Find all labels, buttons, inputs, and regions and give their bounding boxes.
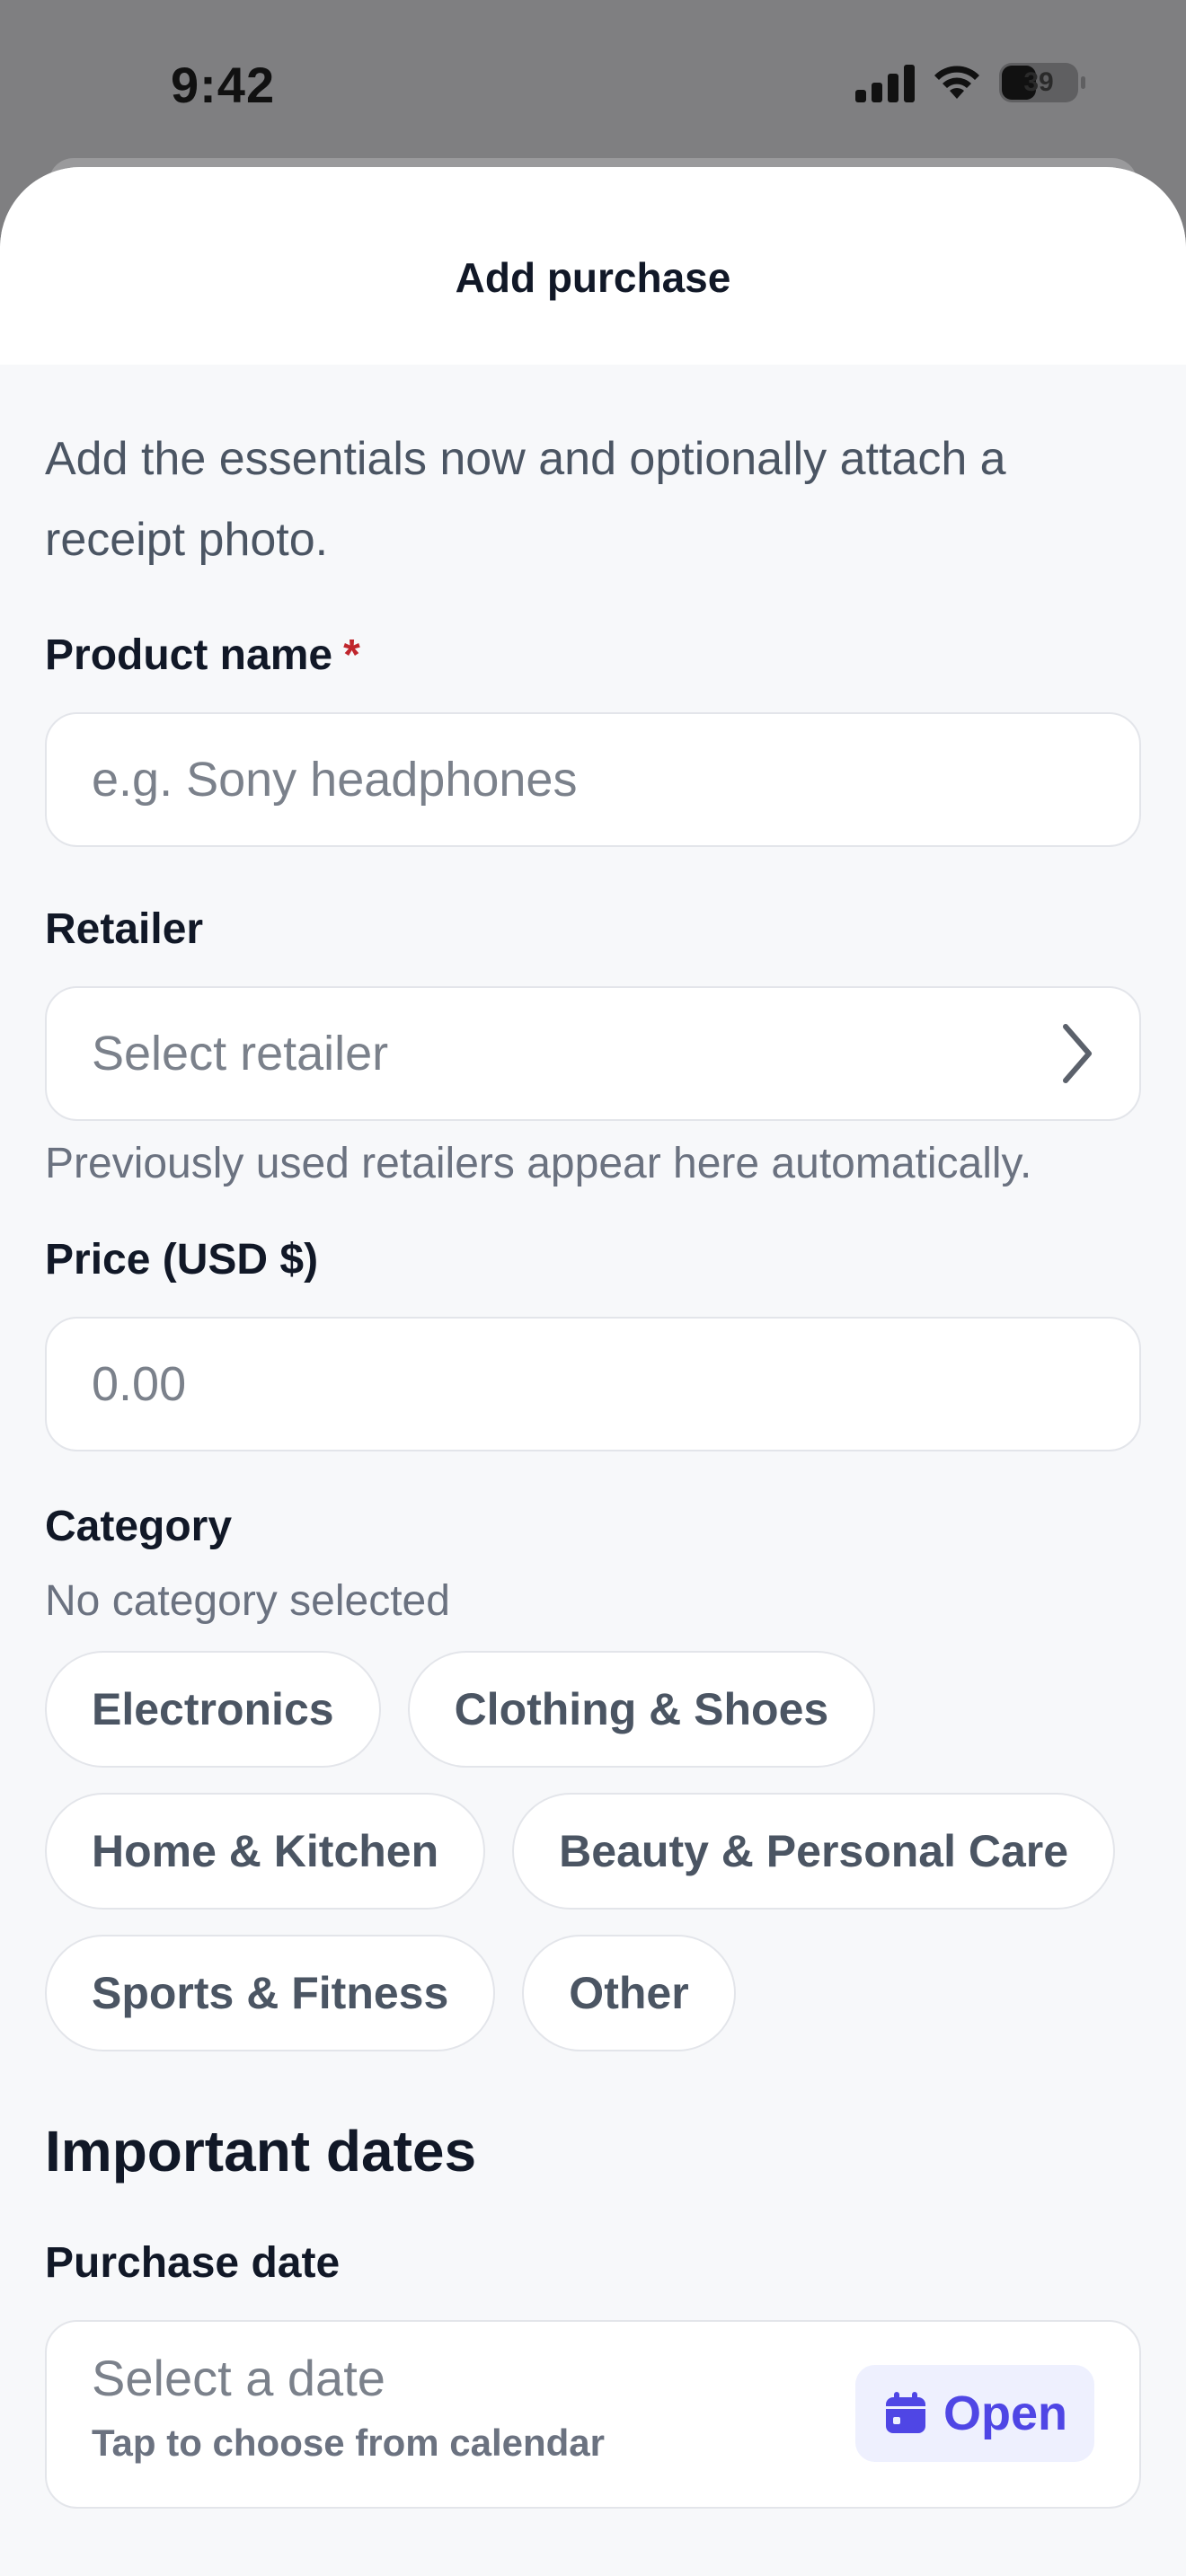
retailer-placeholder: Select retailer [92, 1027, 389, 1081]
required-mark: * [343, 631, 360, 679]
category-chip-beauty-personal-care[interactable]: Beauty & Personal Care [512, 1793, 1116, 1910]
form-content: Add the essentials now and optionally at… [0, 419, 1186, 2509]
category-status: No category selected [45, 1577, 450, 1625]
calendar-icon [885, 2392, 925, 2433]
category-label: Category [45, 1503, 233, 1550]
price-placeholder: 0.00 [92, 1357, 187, 1411]
status-bar: 9:42 39 [0, 0, 1186, 171]
price-label: Price (USD $) [45, 1236, 319, 1284]
purchase-date-field[interactable]: Select a date Tap to choose from calenda… [45, 2320, 1141, 2509]
category-chip-clothing-shoes[interactable]: Clothing & Shoes [407, 1651, 876, 1768]
status-icons: 39 [855, 63, 1085, 102]
intro-text: Add the essentials now and optionally at… [45, 433, 1006, 566]
retailer-select[interactable]: Select retailer [45, 986, 1141, 1121]
open-calendar-button[interactable]: Open [854, 2365, 1094, 2462]
sheet-title: Add purchase [455, 254, 731, 301]
battery-icon: 39 [999, 63, 1085, 102]
sheet-header: Add purchase [0, 167, 1186, 365]
category-chips: Electronics Clothing & Shoes Home & Kitc… [45, 1651, 1177, 2051]
product-name-input[interactable]: e.g. Sony headphones [45, 712, 1141, 847]
add-purchase-sheet: Add purchase Add the essentials now and … [0, 167, 1186, 2576]
price-input[interactable]: 0.00 [45, 1317, 1141, 1451]
category-chip-home-kitchen[interactable]: Home & Kitchen [45, 1793, 486, 1910]
purchase-date-label: Purchase date [45, 2239, 341, 2287]
battery-level: 39 [1023, 67, 1054, 97]
chevron-right-icon [1063, 1024, 1092, 1083]
category-chip-sports-fitness[interactable]: Sports & Fitness [45, 1935, 496, 2051]
product-name-label-text: Product name [45, 631, 333, 679]
open-button-label: Open [943, 2386, 1067, 2440]
status-time: 9:42 [171, 57, 276, 113]
product-name-placeholder: e.g. Sony headphones [92, 753, 578, 807]
wifi-icon [934, 66, 979, 99]
retailer-label: Retailer [45, 905, 204, 953]
category-chip-other[interactable]: Other [522, 1935, 736, 2051]
cellular-signal-icon [855, 63, 915, 102]
retailer-hint: Previously used retailers appear here au… [45, 1140, 1032, 1187]
important-dates-heading: Important dates [45, 2119, 477, 2183]
category-chip-electronics[interactable]: Electronics [45, 1651, 381, 1768]
product-name-label: Product name * [45, 631, 1141, 680]
